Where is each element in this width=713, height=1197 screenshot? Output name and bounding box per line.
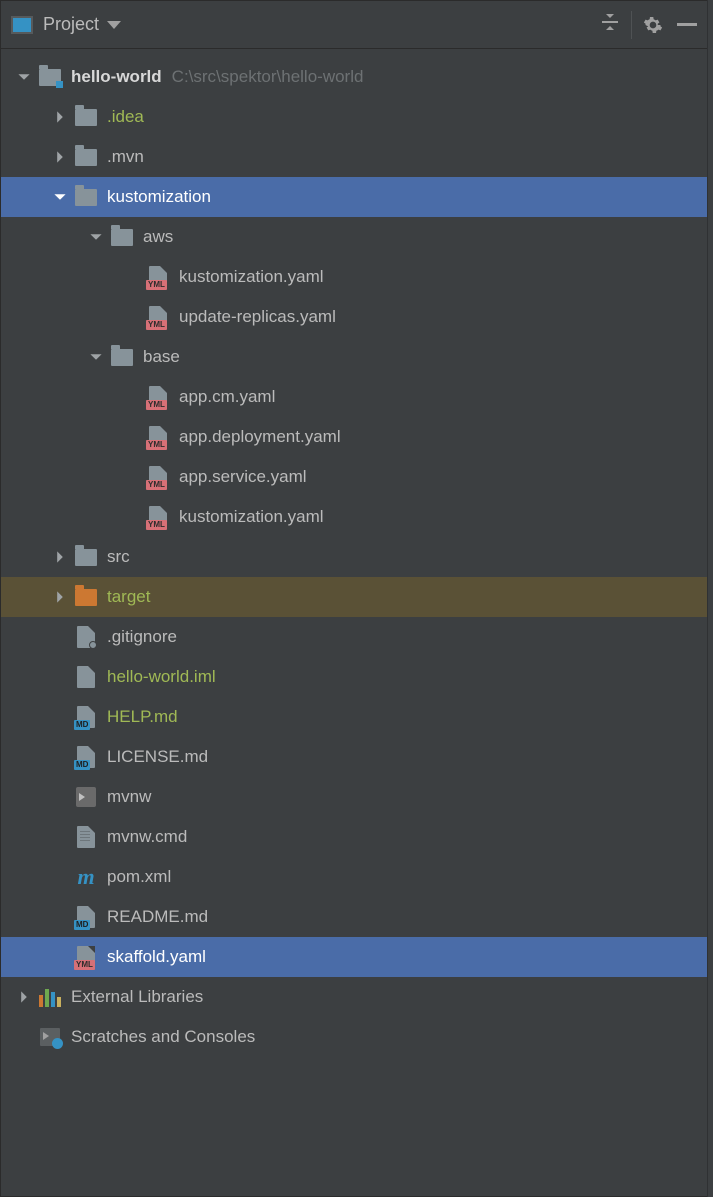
chevron-down-icon[interactable]	[83, 224, 109, 250]
yaml-file-icon: YML	[145, 504, 171, 530]
folder-icon	[109, 344, 135, 370]
chevron-right-icon[interactable]	[11, 984, 37, 1010]
tree-label: External Libraries	[71, 987, 203, 1007]
markdown-file-icon: MD	[73, 744, 99, 770]
markdown-file-icon: MD	[73, 904, 99, 930]
chevron-right-icon[interactable]	[47, 104, 73, 130]
tree-label: app.deployment.yaml	[179, 427, 341, 447]
tree-folder-aws[interactable]: aws	[1, 217, 712, 257]
scratches-icon	[37, 1024, 63, 1050]
tree-file-license-md[interactable]: MD LICENSE.md	[1, 737, 712, 777]
tree-label: aws	[143, 227, 173, 247]
tree-label: .gitignore	[107, 627, 177, 647]
tree-label: LICENSE.md	[107, 747, 208, 767]
iml-file-icon	[73, 664, 99, 690]
tree-folder-src[interactable]: src	[1, 537, 712, 577]
tree-label: app.cm.yaml	[179, 387, 275, 407]
collapse-all-icon	[600, 12, 620, 37]
tree-file-readme-md[interactable]: MD README.md	[1, 897, 712, 937]
tree-file-app-cm-yaml[interactable]: YML app.cm.yaml	[1, 377, 712, 417]
tree-file-mvnw[interactable]: mvnw	[1, 777, 712, 817]
shell-script-icon	[73, 784, 99, 810]
tree-label: HELP.md	[107, 707, 178, 727]
project-window-icon	[11, 16, 33, 34]
tree-folder-idea[interactable]: .idea	[1, 97, 712, 137]
project-view-selector[interactable]: Project	[11, 14, 121, 35]
folder-icon	[73, 544, 99, 570]
tree-label: base	[143, 347, 180, 367]
panel-resize-handle[interactable]	[707, 0, 713, 1197]
tree-label: Scratches and Consoles	[71, 1027, 255, 1047]
tree-label: mvnw	[107, 787, 151, 807]
tree-folder-mvn[interactable]: .mvn	[1, 137, 712, 177]
libraries-icon	[37, 984, 63, 1010]
tree-file-mvnw-cmd[interactable]: mvnw.cmd	[1, 817, 712, 857]
tree-file-app-service-yaml[interactable]: YML app.service.yaml	[1, 457, 712, 497]
folder-icon	[109, 224, 135, 250]
tree-label: pom.xml	[107, 867, 171, 887]
project-tool-toolbar: Project	[1, 1, 712, 49]
toolbar-separator	[631, 11, 632, 39]
tree-label: mvnw.cmd	[107, 827, 187, 847]
chevron-down-icon[interactable]	[83, 344, 109, 370]
tree-label: hello-world.iml	[107, 667, 216, 687]
tree-folder-base[interactable]: base	[1, 337, 712, 377]
tree-file-hello-world-iml[interactable]: hello-world.iml	[1, 657, 712, 697]
dropdown-triangle-icon	[107, 21, 121, 29]
tree-label: update-replicas.yaml	[179, 307, 336, 327]
tree-path: C:\src\spektor\hello-world	[172, 67, 364, 87]
hide-tool-window-button[interactable]	[670, 8, 704, 42]
tree-label: .idea	[107, 107, 144, 127]
yaml-file-icon: YML	[145, 264, 171, 290]
tree-file-skaffold-yaml[interactable]: YML skaffold.yaml	[1, 937, 712, 977]
tree-label: src	[107, 547, 130, 567]
markdown-file-icon: MD	[73, 704, 99, 730]
tree-folder-target[interactable]: target	[1, 577, 712, 617]
folder-icon	[73, 144, 99, 170]
collapse-all-button[interactable]	[593, 8, 627, 42]
tree-label: skaffold.yaml	[107, 947, 206, 967]
minimize-icon	[677, 23, 697, 26]
chevron-right-icon[interactable]	[47, 544, 73, 570]
tree-label: target	[107, 587, 150, 607]
yaml-file-icon: YML	[145, 384, 171, 410]
tree-external-libraries[interactable]: External Libraries	[1, 977, 712, 1017]
excluded-folder-icon	[73, 584, 99, 610]
tree-label: app.service.yaml	[179, 467, 307, 487]
tree-label: kustomization	[107, 187, 211, 207]
tree-label: kustomization.yaml	[179, 507, 324, 527]
chevron-down-icon[interactable]	[11, 64, 37, 90]
yaml-file-icon: YML	[145, 464, 171, 490]
tree-file-pom-xml[interactable]: m pom.xml	[1, 857, 712, 897]
settings-button[interactable]	[636, 8, 670, 42]
chevron-right-icon[interactable]	[47, 584, 73, 610]
text-file-icon	[73, 824, 99, 850]
folder-icon	[73, 104, 99, 130]
tree-label: .mvn	[107, 147, 144, 167]
yaml-file-icon: YML	[73, 944, 99, 970]
tree-file-app-deployment-yaml[interactable]: YML app.deployment.yaml	[1, 417, 712, 457]
chevron-right-icon[interactable]	[47, 144, 73, 170]
tree-file-base-kustomization-yaml[interactable]: YML kustomization.yaml	[1, 497, 712, 537]
tree-file-gitignore[interactable]: .gitignore	[1, 617, 712, 657]
tree-folder-kustomization[interactable]: kustomization	[1, 177, 712, 217]
tree-label: hello-world	[71, 67, 162, 87]
tree-file-aws-kustomization-yaml[interactable]: YML kustomization.yaml	[1, 257, 712, 297]
tree-label: kustomization.yaml	[179, 267, 324, 287]
chevron-down-icon[interactable]	[47, 184, 73, 210]
tree-file-help-md[interactable]: MD HELP.md	[1, 697, 712, 737]
tree-label: README.md	[107, 907, 208, 927]
maven-pom-icon: m	[73, 864, 99, 890]
gear-icon	[643, 15, 663, 35]
tree-file-update-replicas-yaml[interactable]: YML update-replicas.yaml	[1, 297, 712, 337]
module-folder-icon	[37, 64, 63, 90]
folder-icon	[73, 184, 99, 210]
tree-root-hello-world[interactable]: hello-world C:\src\spektor\hello-world	[1, 57, 712, 97]
project-tree: hello-world C:\src\spektor\hello-world .…	[1, 49, 712, 1057]
toolbar-title: Project	[43, 14, 99, 35]
yaml-file-icon: YML	[145, 304, 171, 330]
gitignore-file-icon	[73, 624, 99, 650]
tree-scratches-consoles[interactable]: Scratches and Consoles	[1, 1017, 712, 1057]
yaml-file-icon: YML	[145, 424, 171, 450]
